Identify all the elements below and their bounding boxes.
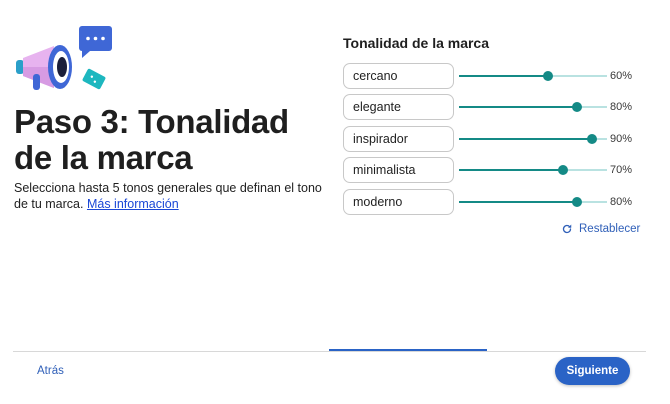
- tone-field[interactable]: moderno: [343, 188, 454, 215]
- refresh-icon: [562, 224, 572, 234]
- tone-field[interactable]: inspirador: [343, 125, 454, 152]
- tone-row: cercano 60%: [343, 60, 640, 92]
- ticket-icon: [82, 68, 106, 90]
- slider-fill: [459, 74, 548, 77]
- back-button[interactable]: Atrás: [37, 365, 64, 377]
- page-title: Paso 3: Tonalidad de la marca: [14, 103, 289, 176]
- step-progress-indicator: [329, 349, 487, 351]
- chat-bubble-icon: [79, 26, 112, 58]
- tone-row: minimalista 70%: [343, 155, 640, 187]
- reset-label: Restablecer: [579, 223, 641, 235]
- tone-row: moderno 80%: [343, 186, 640, 218]
- footer-divider: [13, 351, 646, 352]
- tone-row: inspirador 90%: [343, 123, 640, 155]
- next-button[interactable]: Siguiente: [555, 357, 630, 385]
- tone-slider[interactable]: [459, 102, 607, 113]
- slider-fill: [459, 137, 593, 140]
- slider-fill: [459, 200, 578, 203]
- slider-thumb[interactable]: [542, 70, 553, 81]
- tone-slider[interactable]: [459, 133, 607, 144]
- tone-field[interactable]: elegante: [343, 94, 454, 121]
- megaphone-icon: [16, 26, 112, 90]
- slider-thumb[interactable]: [572, 102, 583, 113]
- tone-row: elegante 80%: [343, 92, 640, 124]
- tone-panel: Tonalidad de la marca cercano 60% elegan…: [343, 34, 640, 218]
- slider-thumb[interactable]: [572, 196, 583, 207]
- step-description: Selecciona hasta 5 tonos generales que d…: [14, 180, 324, 212]
- tone-value: 70%: [609, 164, 632, 177]
- megaphone-illustration: [14, 26, 114, 96]
- slider-thumb[interactable]: [587, 133, 598, 144]
- tone-slider[interactable]: [459, 70, 607, 81]
- tone-panel-title: Tonalidad de la marca: [343, 35, 490, 51]
- tone-field[interactable]: minimalista: [343, 157, 454, 184]
- reset-button[interactable]: Restablecer: [561, 223, 640, 235]
- slider-fill: [459, 169, 563, 172]
- slider-thumb[interactable]: [557, 165, 568, 176]
- tone-value: 60%: [609, 69, 632, 82]
- tone-value: 90%: [609, 132, 632, 145]
- step-header: Paso 3: Tonalidad de la marca Selecciona…: [14, 104, 324, 212]
- tone-value: 80%: [609, 195, 632, 208]
- tone-slider[interactable]: [459, 165, 607, 176]
- slider-fill: [459, 106, 578, 109]
- tone-slider[interactable]: [459, 196, 607, 207]
- tone-value: 80%: [609, 101, 632, 114]
- tone-field[interactable]: cercano: [343, 62, 454, 89]
- more-info-link[interactable]: Más información: [87, 197, 179, 211]
